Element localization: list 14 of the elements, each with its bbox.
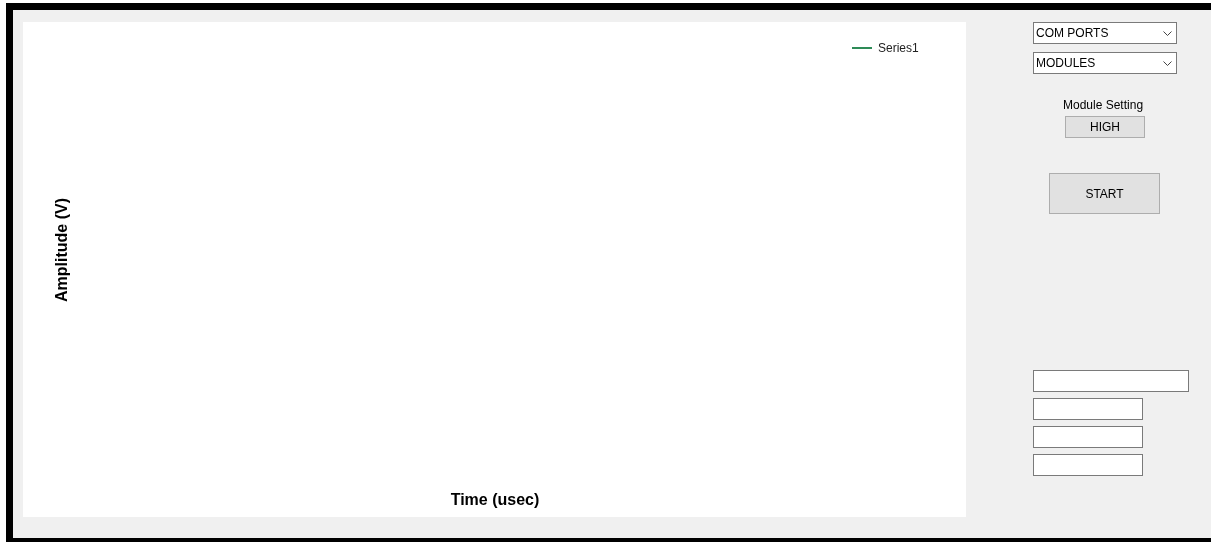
- chevron-down-icon: [1163, 30, 1172, 36]
- text-field[interactable]: [1033, 370, 1189, 392]
- dropdown[interactable]: COM PORTS: [1033, 22, 1177, 44]
- start-button[interactable]: START: [1049, 173, 1160, 214]
- text-field[interactable]: [1033, 398, 1143, 420]
- chevron-down-icon: [1163, 60, 1172, 66]
- x-axis-label: Time (usec): [450, 491, 540, 509]
- dropdown[interactable]: MODULES: [1033, 52, 1177, 74]
- text-field[interactable]: [1033, 426, 1143, 448]
- legend-label: Series1: [878, 41, 919, 55]
- module-setting-value: HIGH: [1065, 116, 1145, 138]
- y-axis-label: Amplitude (V): [53, 198, 71, 302]
- module-setting-label: Module Setting: [1063, 98, 1144, 112]
- text-field[interactable]: [1033, 454, 1143, 476]
